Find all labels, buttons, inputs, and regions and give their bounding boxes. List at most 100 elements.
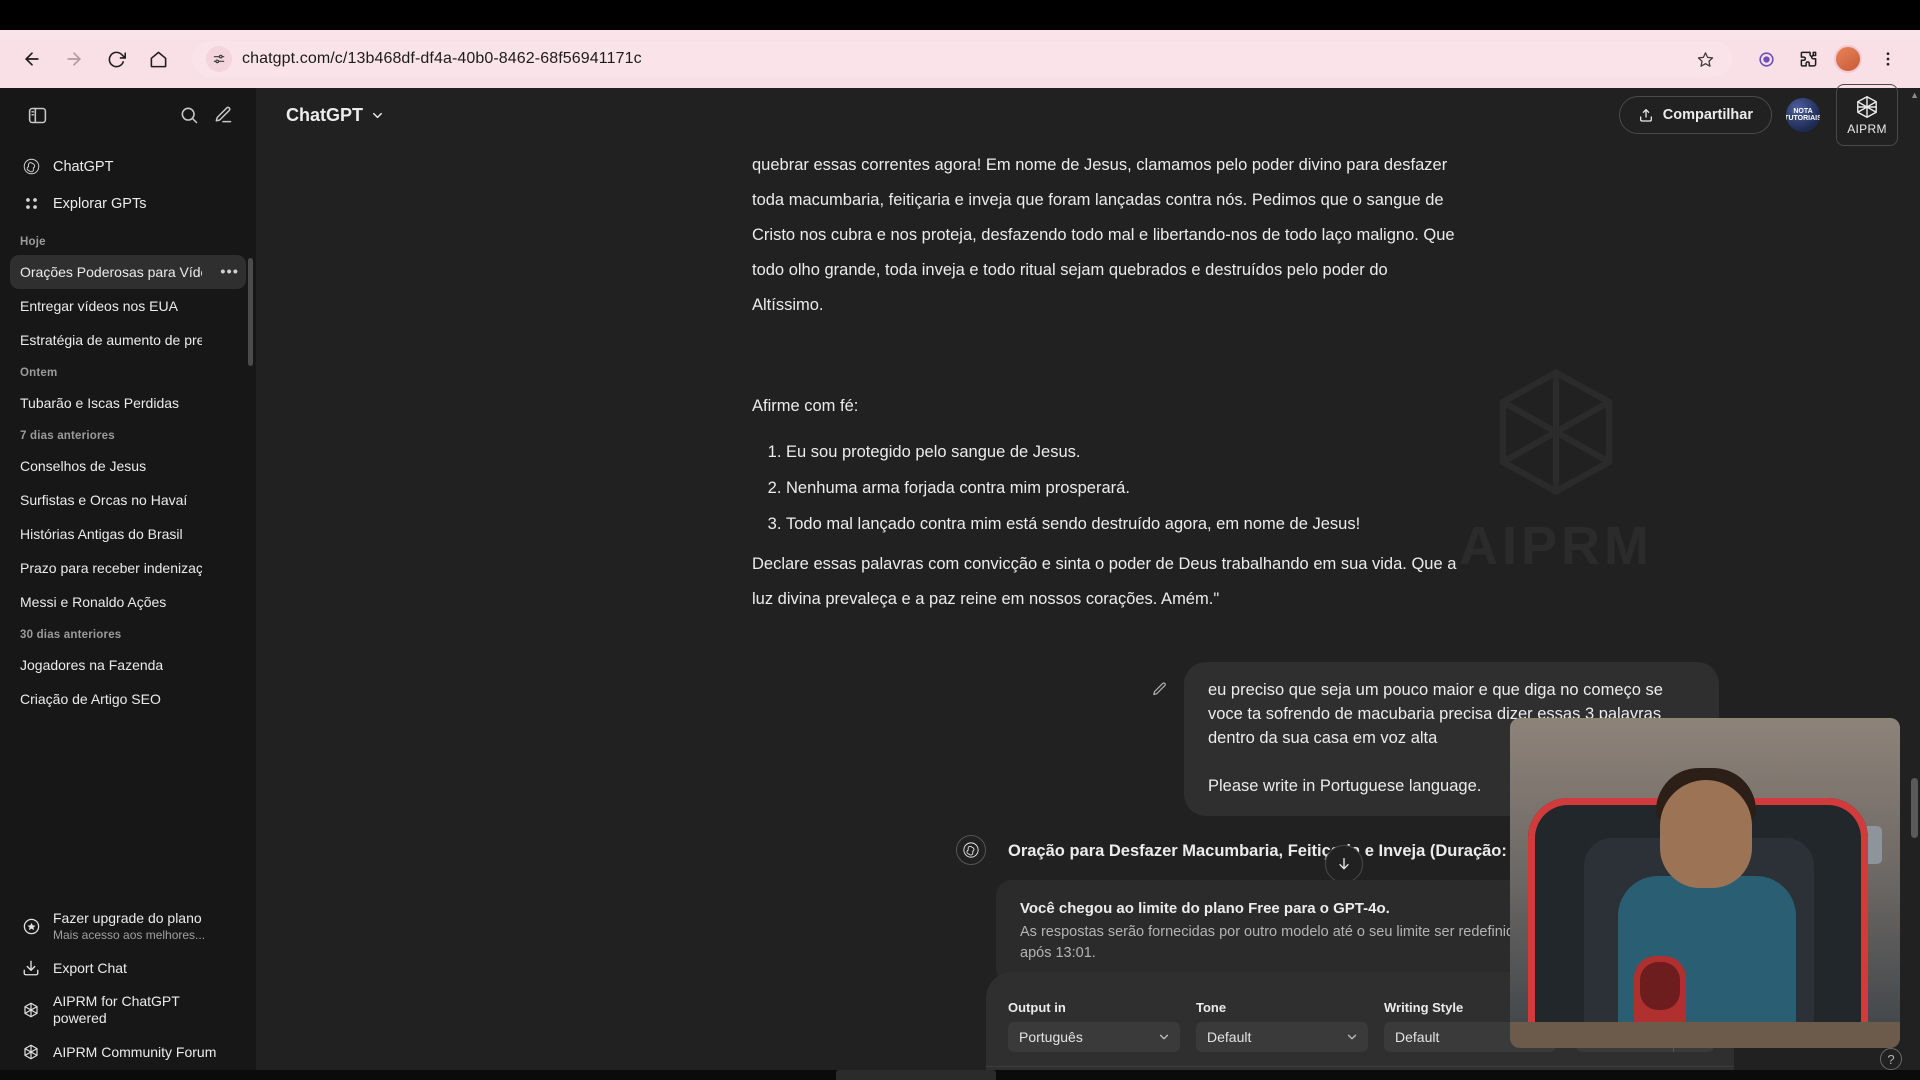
- os-taskbar: [0, 1070, 1920, 1080]
- output-language-select[interactable]: Português: [1008, 1022, 1180, 1052]
- sidebar-toggle-icon[interactable]: [20, 98, 54, 132]
- kebab-menu-icon[interactable]: [1870, 41, 1906, 77]
- taskbar-active-window[interactable]: [836, 1070, 996, 1080]
- back-arrow-icon[interactable]: [14, 41, 50, 77]
- chat-history-label: Surfistas e Orcas no Havaí: [20, 492, 188, 508]
- star-icon[interactable]: [1692, 46, 1718, 72]
- sidebar-item-chatgpt[interactable]: ChatGPT: [10, 148, 246, 185]
- chat-history-item[interactable]: Entregar vídeos nos EUA: [10, 289, 246, 323]
- sidebar-item-label: ChatGPT: [53, 158, 114, 175]
- chevron-down-icon: [1345, 1030, 1359, 1044]
- chat-history-label: Jogadores na Fazenda: [20, 657, 164, 673]
- sidebar: ChatGPT Explorar GPTs Hoje Orações Poder…: [0, 88, 256, 1080]
- chat-history-label: Messi e Ronaldo Ações: [20, 594, 167, 610]
- url-text: chatgpt.com/c/13b468df-df4a-40b0-8462-68…: [242, 50, 642, 67]
- aiprm-panel-button[interactable]: AIPRM: [1836, 84, 1898, 146]
- extensions-icon[interactable]: [1790, 41, 1826, 77]
- chat-history-item[interactable]: Surfistas e Orcas no Havaí: [10, 483, 246, 517]
- page-scrollbar-thumb[interactable]: [1911, 778, 1918, 838]
- output-in-label: Output in: [1008, 1000, 1066, 1015]
- webcam-microphone-grille: [1640, 962, 1680, 1010]
- top-bar: ChatGPT Compartilhar NOTA TUTORIAIS AIPR…: [256, 84, 1920, 146]
- profile-avatar-circle[interactable]: [1834, 45, 1862, 73]
- sidebar-item-aiprm-forum[interactable]: AIPRM Community Forum: [10, 1034, 246, 1070]
- share-label: Compartilhar: [1662, 107, 1753, 123]
- help-button[interactable]: ?: [1880, 1048, 1902, 1070]
- aiprm-cube-icon: [1854, 94, 1880, 120]
- model-picker[interactable]: ChatGPT: [276, 99, 395, 132]
- list-item: Eu sou protegido pelo sangue de Jesus.: [786, 434, 1460, 470]
- sidebar-item-upgrade-plan[interactable]: Fazer upgrade do plano Mais acesso aos m…: [10, 903, 246, 950]
- watermark-text: AIPRM: [1459, 515, 1653, 577]
- history-group-label: 7 dias anteriores: [20, 430, 115, 442]
- chat-history-label: Orações Poderosas para Víde: [20, 264, 202, 280]
- aiprm-label: AIPRM: [1847, 122, 1887, 136]
- sidebar-header: [0, 88, 256, 142]
- closing-paragraph: Declare essas palavras com convicção e s…: [752, 555, 1457, 608]
- output-language-group: Output in Português: [1008, 1000, 1180, 1052]
- page-scrollbar[interactable]: ▲: [1908, 88, 1920, 1080]
- avatar[interactable]: [1832, 43, 1864, 75]
- openai-logo-icon: [20, 156, 42, 178]
- upgrade-sparkle-icon: [20, 916, 42, 938]
- chat-history-item[interactable]: Orações Poderosas para Víde •••: [10, 255, 246, 289]
- assistant-message-body: quebrar essas correntes agora! Em nome d…: [752, 148, 1460, 323]
- sidebar-item-explore-gpts[interactable]: Explorar GPTs: [10, 185, 246, 222]
- chat-history-item[interactable]: Estratégia de aumento de pre: [10, 323, 246, 357]
- chat-options-icon[interactable]: •••: [220, 264, 239, 281]
- tone-select[interactable]: Default: [1196, 1022, 1368, 1052]
- limit-banner-title: Você chegou ao limite do plano Free para…: [1020, 900, 1390, 917]
- chat-history-label: Conselhos de Jesus: [20, 458, 147, 474]
- sidebar-item-aiprm-powered[interactable]: AIPRM for ChatGPT powered: [10, 986, 246, 1034]
- chatgpt-app: ChatGPT Explorar GPTs Hoje Orações Poder…: [0, 84, 1920, 1080]
- sidebar-chat-history[interactable]: Hoje Orações Poderosas para Víde ••• Ent…: [0, 222, 256, 899]
- affirmations-list: Eu sou protegido pelo sangue de Jesus. N…: [752, 434, 1460, 542]
- output-language-value: Português: [1019, 1029, 1083, 1045]
- conversation-area[interactable]: AIPRM quebrar essas correntes agora! Em …: [256, 142, 1920, 1080]
- upgrade-subtitle: Mais acesso aos melhores...: [53, 928, 206, 942]
- browser-chrome: chatgpt.com/c/13b468df-df4a-40b0-8462-68…: [0, 0, 1920, 88]
- sidebar-footer: Fazer upgrade do plano Mais acesso aos m…: [0, 899, 256, 1080]
- history-group-label: Ontem: [20, 367, 58, 379]
- search-icon[interactable]: [172, 98, 206, 132]
- browser-sync-icon[interactable]: [1748, 41, 1784, 77]
- chat-history-item[interactable]: Criação de Artigo SEO: [10, 682, 246, 716]
- reload-icon[interactable]: [98, 41, 134, 77]
- assistant-affirm-label-wrap: Afirme com fé: Eu sou protegido pelo san…: [752, 389, 1460, 542]
- chat-history-item[interactable]: Tubarão e Iscas Perdidas: [10, 386, 246, 420]
- arrow-down-icon[interactable]: [1325, 845, 1363, 883]
- history-group-label: 30 dias anteriores: [20, 629, 122, 641]
- sidebar-item-export-chat[interactable]: Export Chat: [10, 950, 246, 986]
- assistant-paragraph: quebrar essas correntes agora! Em nome d…: [752, 156, 1455, 314]
- scroll-up-arrow-icon[interactable]: ▲: [1910, 90, 1919, 100]
- limit-banner-subtitle: As respostas serão fornecidas por outro …: [1020, 924, 1523, 961]
- address-bar[interactable]: chatgpt.com/c/13b468df-df4a-40b0-8462-68…: [192, 41, 1732, 77]
- tone-label: Tone: [1196, 1000, 1227, 1015]
- sidebar-primary-nav: ChatGPT Explorar GPTs: [0, 142, 256, 222]
- share-upload-icon: [1638, 107, 1654, 123]
- pencil-edit-icon[interactable]: [1144, 674, 1174, 704]
- webcam-video-overlay[interactable]: [1510, 718, 1900, 1048]
- chat-history-item[interactable]: Prazo para receber indenizaç: [10, 551, 246, 585]
- chat-history-item[interactable]: Jogadores na Fazenda: [10, 648, 246, 682]
- writing-style-value: Default: [1395, 1029, 1440, 1045]
- list-item: Nenhuma arma forjada contra mim prospera…: [786, 470, 1460, 506]
- tone-group: Tone Default: [1196, 1000, 1368, 1052]
- sidebar-item-label: Explorar GPTs: [53, 195, 147, 212]
- chat-history-item[interactable]: Histórias Antigas do Brasil: [10, 517, 246, 551]
- account-avatar[interactable]: NOTA TUTORIAIS: [1786, 98, 1820, 132]
- site-settings-icon[interactable]: [206, 46, 232, 72]
- history-group-label: Hoje: [20, 236, 46, 248]
- chat-history-item[interactable]: Conselhos de Jesus: [10, 449, 246, 483]
- chat-history-item[interactable]: Messi e Ronaldo Ações: [10, 585, 246, 619]
- sidebar-scrollbar-thumb[interactable]: [248, 258, 253, 366]
- home-icon[interactable]: [140, 41, 176, 77]
- new-chat-icon[interactable]: [206, 98, 240, 132]
- aiprm-icon: [20, 999, 42, 1021]
- browser-navigation-bar: chatgpt.com/c/13b468df-df4a-40b0-8462-68…: [0, 30, 1920, 88]
- account-line1: NOTA: [1793, 107, 1813, 115]
- share-button[interactable]: Compartilhar: [1618, 96, 1772, 134]
- affirm-label: Afirme com fé:: [752, 397, 859, 415]
- forward-arrow-icon[interactable]: [56, 41, 92, 77]
- chat-history-label: Entregar vídeos nos EUA: [20, 298, 178, 314]
